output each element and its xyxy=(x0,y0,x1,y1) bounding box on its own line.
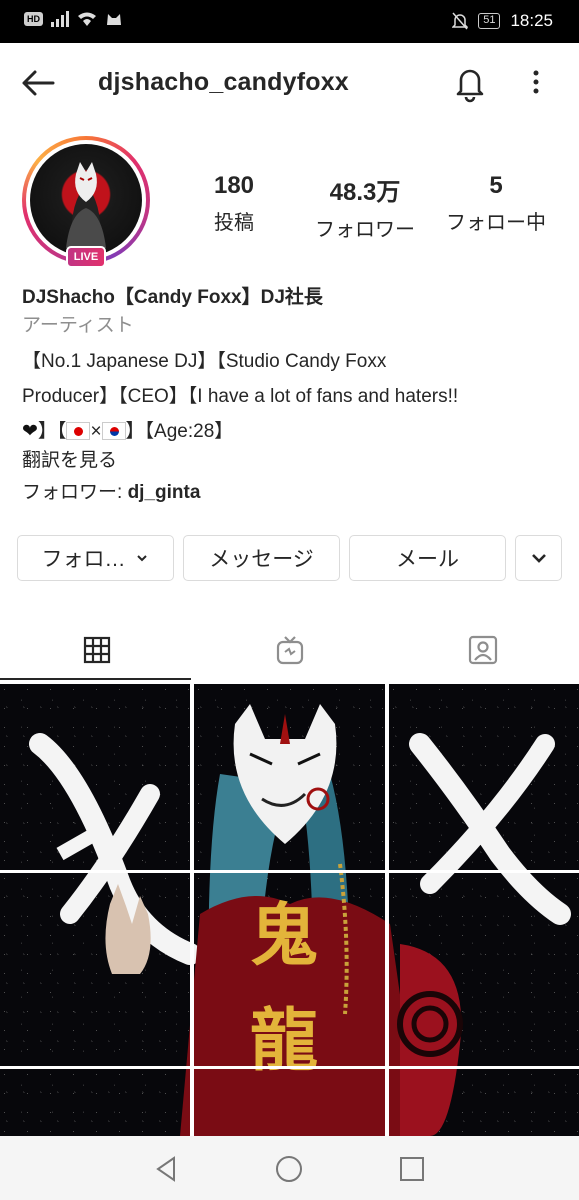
chevron-down-icon xyxy=(531,554,546,563)
followers-stat[interactable]: 48.3万 フォロワー xyxy=(305,172,425,242)
following-label: フォロー中 xyxy=(446,212,546,234)
post-thumbnail[interactable] xyxy=(389,873,579,1066)
wifi-icon xyxy=(78,12,96,26)
suggestions-toggle-button[interactable] xyxy=(515,535,562,581)
more-options-button[interactable] xyxy=(524,65,548,101)
grid-divider xyxy=(0,870,579,873)
profile-bio: DJShacho【Candy Foxx】DJ社長 アーティスト 【No.1 Ja… xyxy=(22,282,562,504)
back-button[interactable] xyxy=(20,65,56,101)
grid-icon xyxy=(83,636,110,664)
bell-icon xyxy=(456,69,484,103)
posts-count: 180 xyxy=(213,172,255,199)
post-thumbnail[interactable] xyxy=(194,684,385,870)
posts-label: 投稿 xyxy=(214,212,254,234)
triangle-back-icon xyxy=(156,1156,175,1182)
content-tabs xyxy=(0,620,579,680)
battery-indicator: 51 xyxy=(478,13,501,29)
post-thumbnail[interactable] xyxy=(389,684,579,870)
post-thumbnail[interactable] xyxy=(389,1069,579,1136)
message-button[interactable]: メッセージ xyxy=(183,535,340,581)
mute-bell-icon xyxy=(452,12,469,30)
square-recents-icon xyxy=(400,1157,424,1181)
notifications-button[interactable] xyxy=(452,63,488,103)
category-label: アーティスト xyxy=(22,315,134,336)
more-vertical-icon xyxy=(533,70,539,94)
igtv-icon xyxy=(276,636,303,665)
nav-home-button[interactable] xyxy=(272,1152,306,1186)
post-thumbnail[interactable] xyxy=(0,684,190,870)
post-thumbnail[interactable] xyxy=(0,873,190,1066)
nav-recents-button[interactable] xyxy=(395,1152,429,1186)
followers-label: フォロワー xyxy=(315,219,415,241)
posts-grid: 鬼 龍 xyxy=(0,684,579,1136)
arrow-left-icon xyxy=(22,70,55,96)
bio-line: Producer】【CEO】【I have a lot of fans and … xyxy=(22,386,459,407)
follow-button-label: フォロ… xyxy=(41,548,126,571)
tab-tagged[interactable] xyxy=(386,620,579,680)
display-name: DJShacho【Candy Foxx】DJ社長 xyxy=(22,287,323,308)
bio-text: 【No.1 Japanese DJ】【Studio Candy Foxx Pro… xyxy=(22,344,562,449)
followed-by-prefix: フォロワー: xyxy=(22,482,128,503)
clock: 18:25 xyxy=(510,11,553,30)
nav-back-button[interactable] xyxy=(150,1152,184,1186)
mail-button[interactable]: メール xyxy=(349,535,506,581)
korea-flag-icon xyxy=(101,422,126,440)
avatar[interactable] xyxy=(22,136,150,264)
following-stat[interactable]: 5 フォロー中 xyxy=(440,172,552,235)
active-tab-indicator xyxy=(0,678,191,680)
grid-divider xyxy=(0,1066,579,1069)
cat-notification-icon xyxy=(107,14,121,25)
system-navigation-bar xyxy=(0,1136,579,1200)
posts-stat[interactable]: 180 投稿 xyxy=(204,172,264,235)
follow-button[interactable]: フォロ… xyxy=(17,535,174,581)
post-thumbnail[interactable] xyxy=(194,1069,385,1136)
hd-indicator: HD xyxy=(24,12,43,26)
heart-icon: ❤ xyxy=(22,421,38,442)
mail-button-label: メール xyxy=(396,548,459,571)
status-bar: HD 51 18:25 xyxy=(0,0,579,43)
japan-flag-icon xyxy=(66,422,91,440)
bio-line: 【No.1 Japanese DJ】【Studio Candy Foxx xyxy=(22,351,387,372)
see-translation-link[interactable]: 翻訳を見る xyxy=(22,445,562,477)
bio-text-segment: 】【 xyxy=(37,421,67,442)
post-thumbnail[interactable] xyxy=(194,873,385,1066)
avatar-image xyxy=(30,144,142,256)
followed-by-user[interactable]: dj_ginta xyxy=(128,482,201,503)
followed-by[interactable]: フォロワー: dj_ginta xyxy=(22,477,562,504)
username-title: djshacho_candyfoxx xyxy=(98,68,349,96)
bio-text-segment: 】【Age:28】 xyxy=(125,421,234,442)
followers-count: 48.3万 xyxy=(329,179,401,206)
tab-posts-grid[interactable] xyxy=(0,620,193,680)
message-button-label: メッセージ xyxy=(209,548,314,571)
chevron-down-icon xyxy=(136,555,147,562)
signal-icon xyxy=(51,11,69,27)
tagged-person-icon xyxy=(468,635,497,665)
profile-header: djshacho_candyfoxx xyxy=(0,43,579,125)
following-count: 5 xyxy=(489,172,503,199)
tab-igtv[interactable] xyxy=(193,620,386,680)
post-thumbnail[interactable] xyxy=(0,1069,190,1136)
bio-text-segment: × xyxy=(90,421,102,442)
circle-home-icon xyxy=(276,1156,302,1182)
live-badge: LIVE xyxy=(66,246,106,268)
